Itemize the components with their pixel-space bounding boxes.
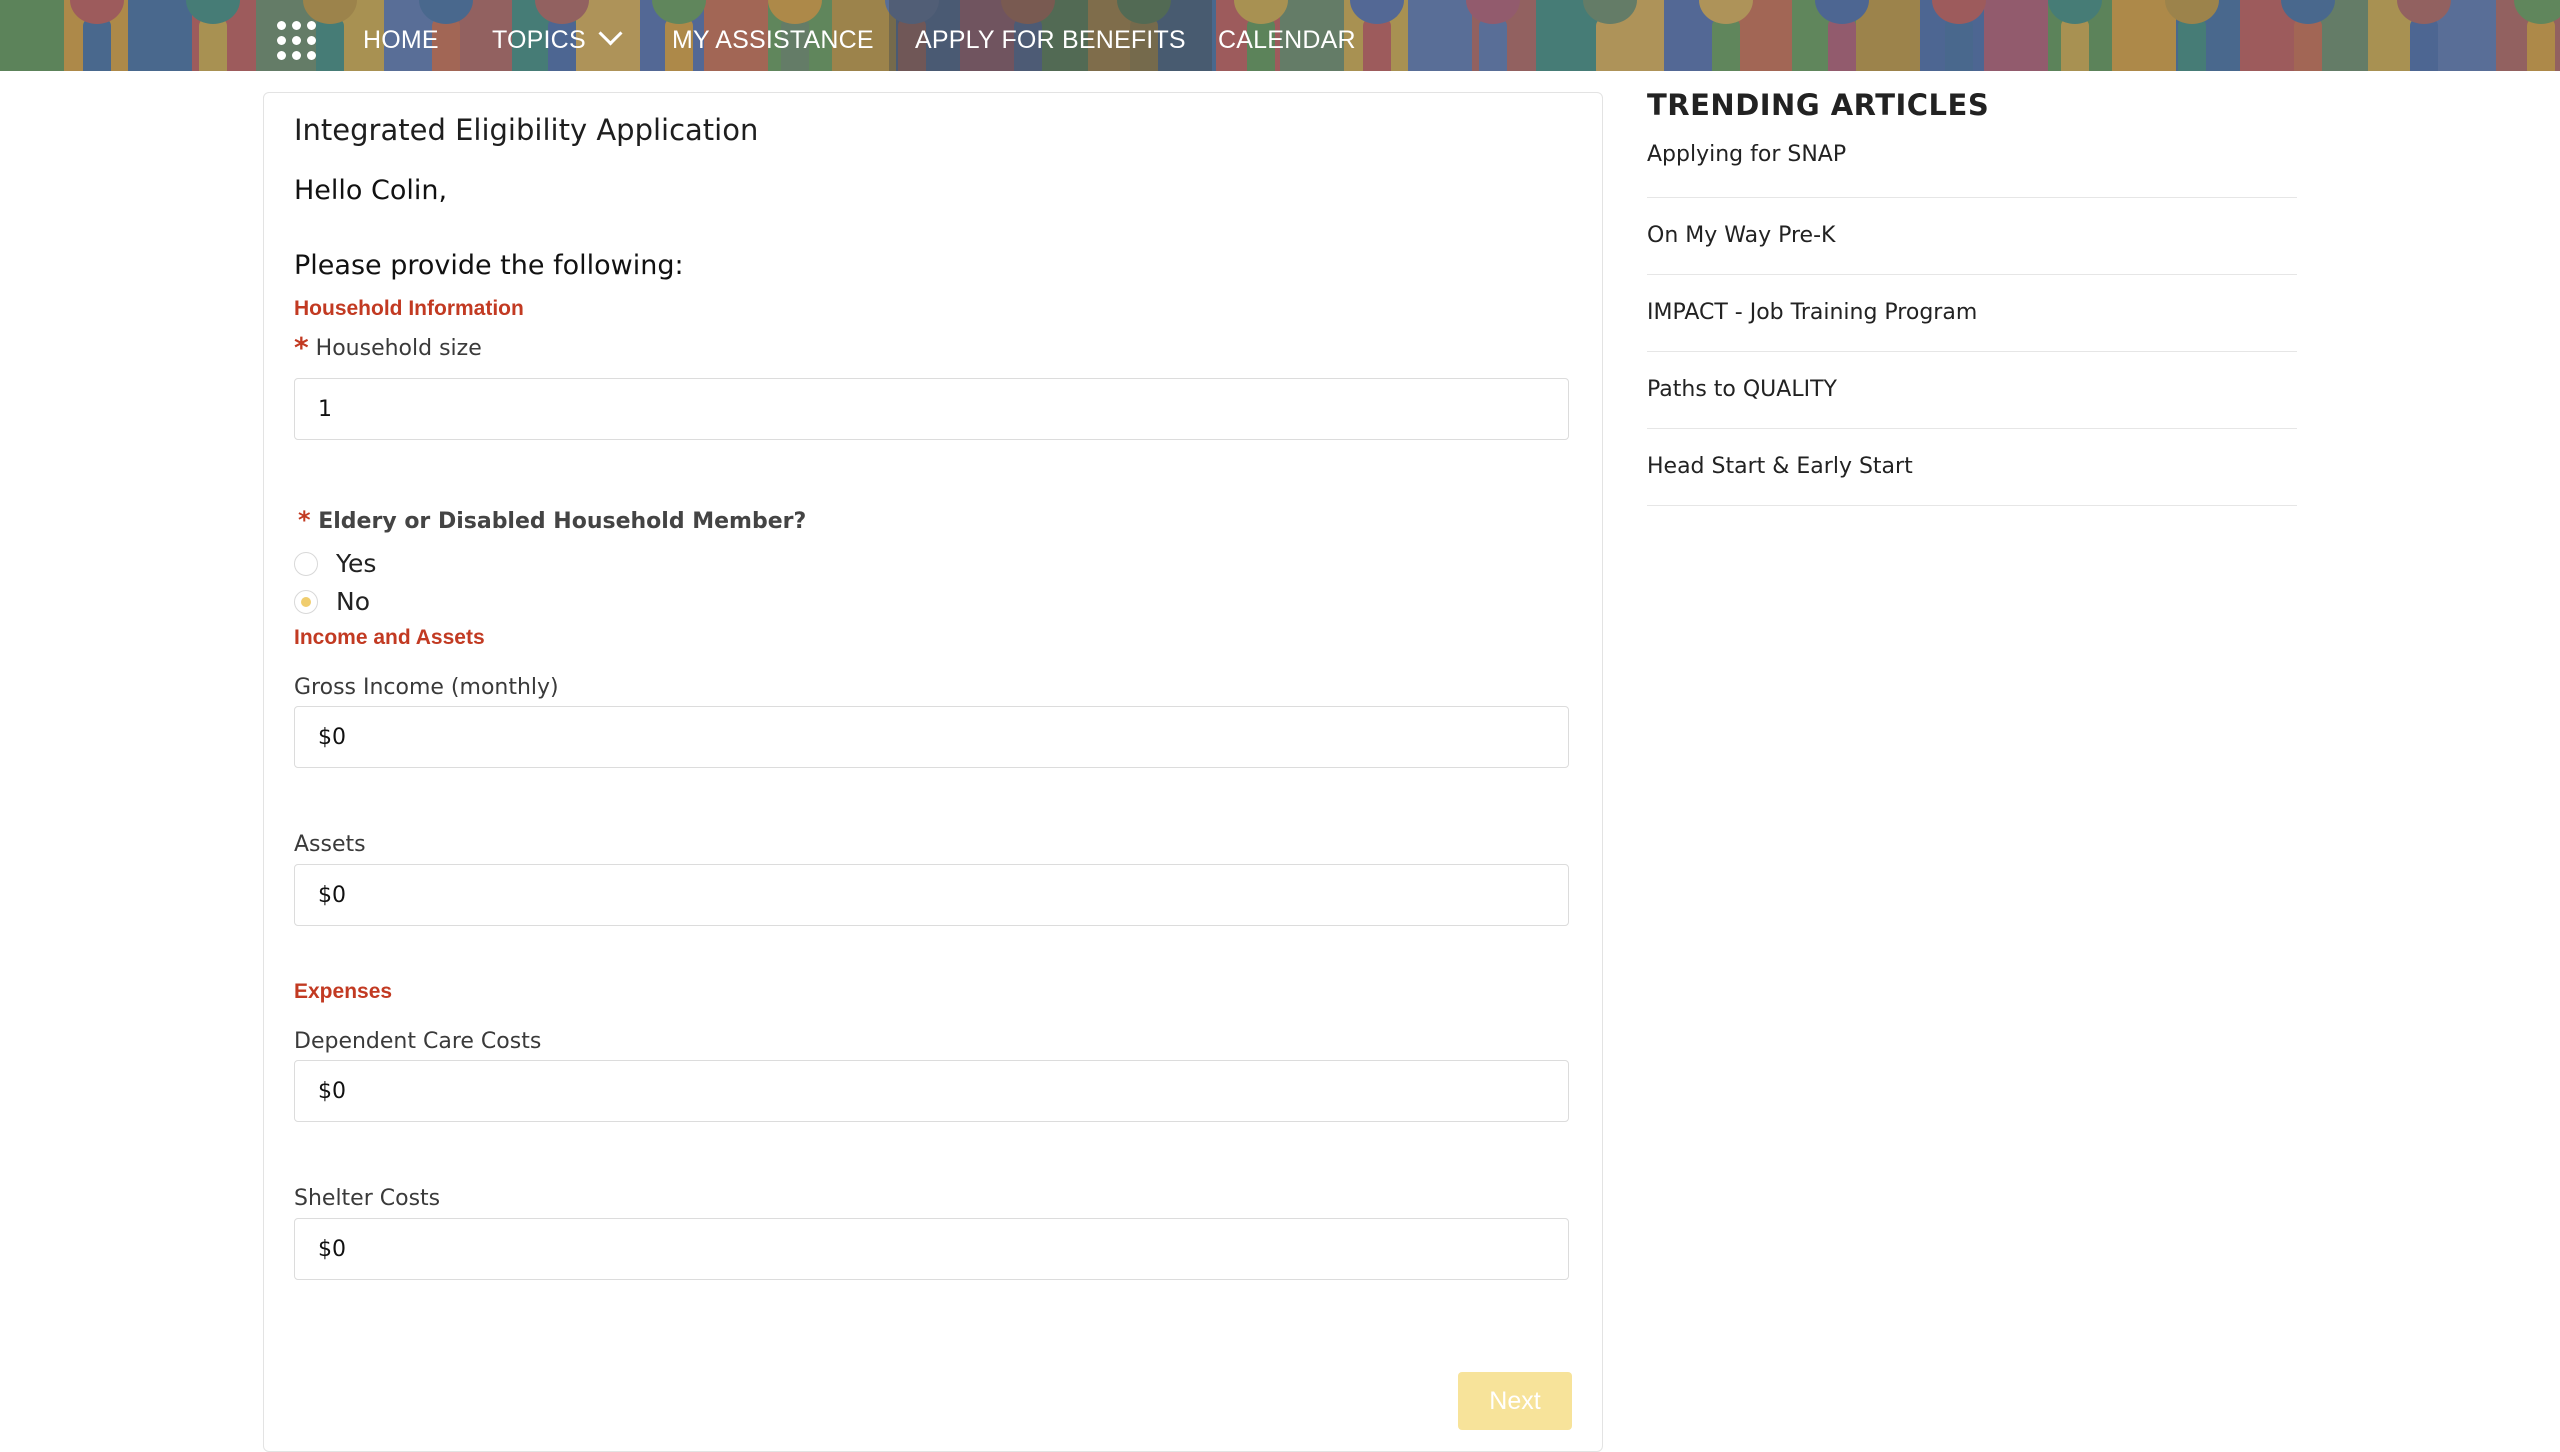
nav-calendar[interactable]: CALENDAR xyxy=(1218,0,1356,71)
shelter-costs-input[interactable] xyxy=(294,1218,1569,1280)
section-income-and-assets: Income and Assets xyxy=(294,626,485,649)
assets-label: Assets xyxy=(294,832,366,857)
main-nav: HOME TOPICS MY ASSISTANCE APPLY FOR BENE… xyxy=(0,0,2560,71)
app-launcher-icon[interactable] xyxy=(277,21,317,61)
form-prompt: Please provide the following: xyxy=(294,250,684,281)
radio-no[interactable] xyxy=(294,589,318,614)
eligibility-form-card: Integrated Eligibility Application Hello… xyxy=(263,92,1603,1452)
radio-no-label: No xyxy=(336,587,370,616)
required-mark: * xyxy=(294,331,309,364)
nav-my-assistance[interactable]: MY ASSISTANCE xyxy=(672,0,874,71)
greeting-text: Hello Colin, xyxy=(294,175,448,206)
gross-income-label: Gross Income (monthly) xyxy=(294,675,559,700)
article-link-snap[interactable]: Applying for SNAP xyxy=(1647,142,2297,198)
trending-articles-title: TRENDING ARTICLES xyxy=(1647,88,1990,122)
section-expenses: Expenses xyxy=(294,980,393,1003)
article-link-label: Head Start & Early Start xyxy=(1647,454,1913,479)
article-link-label: Applying for SNAP xyxy=(1647,142,1847,167)
form-title: Integrated Eligibility Application xyxy=(294,113,759,147)
nav-home[interactable]: HOME xyxy=(363,0,439,71)
site-header: HOME TOPICS MY ASSISTANCE APPLY FOR BENE… xyxy=(0,0,2560,71)
nav-topics-label: TOPICS xyxy=(492,26,586,54)
next-button[interactable]: Next xyxy=(1458,1372,1572,1430)
article-link-label: IMPACT - Job Training Program xyxy=(1647,300,1978,325)
section-household-information: Household Information xyxy=(294,297,524,320)
article-link-label: Paths to QUALITY xyxy=(1647,377,1837,402)
article-link-label: On My Way Pre-K xyxy=(1647,223,1836,248)
radio-option-yes[interactable]: Yes xyxy=(294,549,376,578)
assets-input[interactable] xyxy=(294,864,1569,926)
radio-option-no[interactable]: No xyxy=(294,587,370,616)
gross-income-input[interactable] xyxy=(294,706,1569,768)
article-link-pre-k[interactable]: On My Way Pre-K xyxy=(1647,198,2297,275)
household-size-label: * Household size xyxy=(294,331,482,364)
nav-apply-for-benefits[interactable]: APPLY FOR BENEFITS xyxy=(889,0,1212,71)
elderly-question-label: * Eldery or Disabled Household Member? xyxy=(298,506,806,534)
required-mark: * xyxy=(298,506,311,534)
article-link-paths-to-quality[interactable]: Paths to QUALITY xyxy=(1647,352,2297,429)
article-link-head-start[interactable]: Head Start & Early Start xyxy=(1647,429,2297,506)
chevron-down-icon xyxy=(598,21,623,46)
article-link-impact[interactable]: IMPACT - Job Training Program xyxy=(1647,275,2297,352)
trending-articles-sidebar: TRENDING ARTICLES Applying for SNAP On M… xyxy=(1647,88,2297,506)
dependent-care-input[interactable] xyxy=(294,1060,1569,1122)
shelter-costs-label: Shelter Costs xyxy=(294,1186,441,1211)
elderly-question-label-text: Eldery or Disabled Household Member? xyxy=(318,509,807,534)
radio-yes-label: Yes xyxy=(336,549,377,578)
nav-topics[interactable]: TOPICS xyxy=(492,0,623,71)
dependent-care-label: Dependent Care Costs xyxy=(294,1029,542,1054)
household-size-input[interactable] xyxy=(294,378,1569,440)
household-size-label-text: Household size xyxy=(315,336,482,361)
radio-yes[interactable] xyxy=(294,551,318,576)
